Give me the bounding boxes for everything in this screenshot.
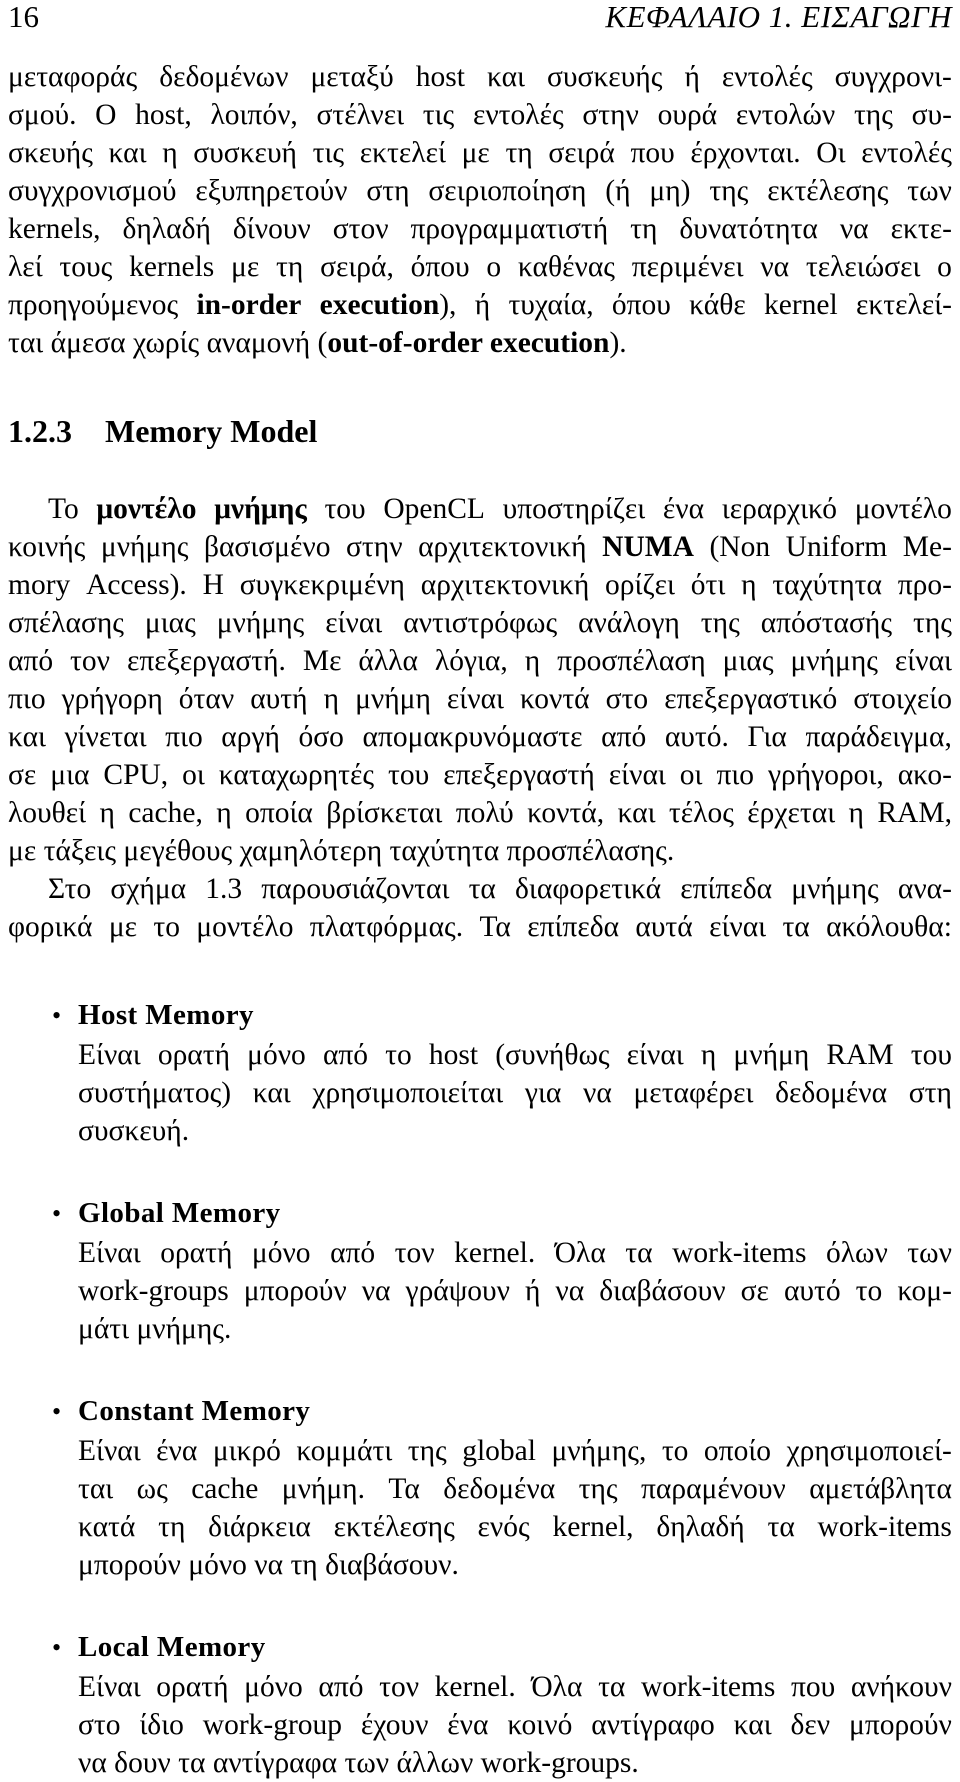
bullet-icon: •	[52, 1633, 62, 1662]
section-number: 1.2.3	[8, 413, 72, 449]
text-line: συγχρονισμού εξυπηρετούν στη σειριοποίηση (ή…	[8, 175, 952, 207]
section-title: Memory Model	[105, 413, 318, 449]
bullet-term: Local Memory	[78, 1631, 266, 1663]
chapter-title: ΚΕΦΑΛΑΙΟ 1. ΕΙΣΑΓΩΓΗ	[605, 0, 952, 34]
text-line: Είναι ορατή μόνο από τον kernel. Όλα τα work-ite…	[78, 1671, 952, 1703]
text-line: φορικά με το μοντέλο πλατφόρμας. Τα επίπεδα αυτ…	[8, 911, 952, 943]
text-line: Στο σχήμα 1.3 παρουσιάζονται τα διαφορετικά επ…	[48, 873, 952, 905]
text-line: κοινής μνήμης βασισμένο στην αρχιτεκτονική NU…	[8, 531, 952, 563]
paragraph-memory-model: Το μοντέλο μνήμης του OpenCL υποστηρίζει ένα ιε…	[8, 490, 952, 870]
text-line: και γίνεται πιο αργή όσο απομακρυνόμαστε από αυ…	[8, 721, 952, 753]
text-line: να δουν τα αντίγραφα των άλλων work-grou…	[78, 1747, 639, 1779]
text-line: μεταφοράς δεδομένων μεταξύ host και συσκευής ή…	[8, 61, 952, 93]
text-line: Είναι ένα μικρό κομμάτι της global μνήμης, το οπ…	[78, 1435, 952, 1467]
bullet-row: • Host Memory	[8, 996, 952, 1036]
text-line: στο ίδιο work-group έχουν ένα κοινό αντίγραφο κ…	[78, 1709, 952, 1741]
document-page: 16 ΚΕΦΑΛΑΙΟ 1. ΕΙΣΑΓΩΓΗ μεταφοράς δεδομέν…	[0, 0, 960, 1779]
text-line: σε μια CPU, οι καταχωρητές του επεξεργαστή είνα…	[8, 759, 952, 791]
text-line: λεί τους kernels με τη σειρά, όπου ο καθένας περι…	[8, 251, 952, 283]
bullet-term: Host Memory	[78, 999, 254, 1031]
text-line: σκευής και η συσκευή τις εκτελεί με τη σειρά που έ…	[8, 137, 952, 169]
text-line: με τάξεις μεγέθους χαμηλότερη ταχύτητα π…	[8, 835, 675, 867]
bullet-icon: •	[52, 1397, 62, 1426]
text-line: Είναι ορατή μόνο από τον kernel. Όλα τα work-ite…	[78, 1237, 952, 1269]
list-item: • Host Memory Είναι ορατή μόνο από το host (συ…	[8, 996, 952, 1150]
text-line: Το μοντέλο μνήμης του OpenCL υποστηρίζει ένα ιε…	[48, 493, 952, 525]
text-line: συστήματος) και χρησιμοποιείται για να μεταφέ…	[78, 1077, 952, 1109]
bullet-row: • Constant Memory	[8, 1392, 952, 1432]
running-head: 16 ΚΕΦΑΛΑΙΟ 1. ΕΙΣΑΓΩΓΗ	[8, 0, 952, 40]
list-item: • Constant Memory Είναι ένα μικρό κομμάτι τη…	[8, 1392, 952, 1584]
bullet-term: Global Memory	[78, 1197, 281, 1229]
page-body: μεταφοράς δεδομένων μεταξύ host και συσκευής ή…	[8, 58, 952, 1782]
text-line: Είναι ορατή μόνο από το host (συνήθως είναι η μνή…	[78, 1039, 952, 1071]
text-line: mory Access). Ησυγκεκριμένη αρχιτεκτονική ορ…	[8, 569, 952, 601]
list-item: • Local Memory Είναι ορατή μόνο από τον kerne…	[8, 1628, 952, 1782]
text-line: πιο γρήγορη όταν αυτή η μνήμη είναι κοντά στο επε…	[8, 683, 952, 715]
text-line: προηγούμενος in-order execution), ή τυχαία, ό…	[8, 289, 952, 321]
text-line: συσκευή.	[78, 1115, 190, 1147]
text-line: κατά τη διάρκεια εκτέλεσης ενός kernel, δηλαδή…	[78, 1511, 952, 1543]
text-line: kernels, δηλαδή δίνουν στον προγραμματιστή τη…	[8, 213, 952, 245]
text-line: σμού. Οhost, λοιπόν, στέλνει τις εντολές στην ο…	[8, 99, 952, 131]
page-number: 16	[8, 0, 39, 34]
text-line: σπέλασης μιας μνήμης είναι αντιστρόφως ανάλογ…	[8, 607, 952, 639]
text-line: ται άμεσα χωρίς αναμονή (out-of-order ex…	[8, 327, 627, 359]
section-heading: 1.2.3 Memory Model	[8, 412, 952, 456]
bullet-term: Constant Memory	[78, 1395, 311, 1427]
bullet-row: • Local Memory	[8, 1628, 952, 1668]
bullet-row: • Global Memory	[8, 1194, 952, 1234]
paragraph-intro: μεταφοράς δεδομένων μεταξύ host και συσκευής ή…	[8, 58, 952, 362]
bullet-icon: •	[52, 1001, 62, 1030]
text-line: work-groups μπορούν να γράψουν ή να διαβάσουν σ…	[78, 1275, 952, 1307]
paragraph-figure-ref: Στο σχήμα 1.3 παρουσιάζονται τα διαφορετικά επ…	[8, 870, 952, 946]
text-line: μάτι μνήμης.	[78, 1313, 232, 1345]
text-line: ται ως cache μνήμη. Τα δεδομένα της παραμένουν α…	[78, 1473, 952, 1505]
text-line: από τον επεξεργαστή. Με άλλα λόγια, η προσπέλασ…	[8, 645, 952, 677]
text-line: μπορούν μόνο να τη διαβάσουν.	[78, 1549, 459, 1581]
text-line: λουθεί η cache, η οποία βρίσκεται πολύ κοντά, κα…	[8, 797, 952, 829]
list-item: • Global Memory Είναι ορατή μόνο από τον kern…	[8, 1194, 952, 1348]
bullet-icon: •	[52, 1199, 62, 1228]
